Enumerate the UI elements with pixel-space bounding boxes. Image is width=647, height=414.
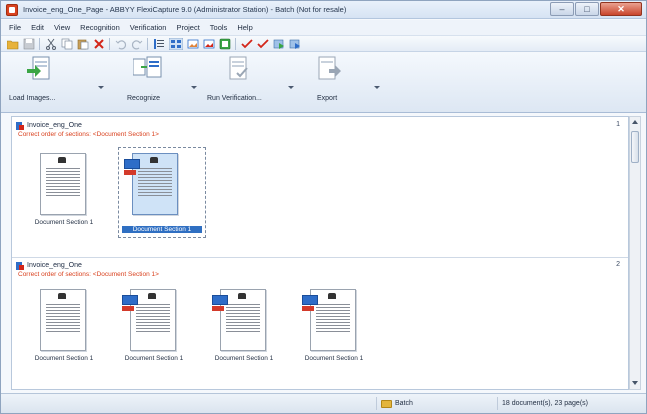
error-marker-icon [124,170,136,175]
status-location: Batch [376,397,496,410]
status-summary-text: 18 document(s), 23 page(s) [502,400,588,407]
page-caption: Document Section 1 [304,355,364,362]
menu-tools[interactable]: Tools [210,23,228,32]
send-icon[interactable] [273,38,285,50]
split-view-icon[interactable] [203,38,215,50]
page-image [40,289,86,351]
undo-icon[interactable] [115,38,127,50]
main-toolbar: Load Images... Recognize Run Verificatio… [1,53,646,113]
document-number: 1 [616,121,620,128]
toolbar-separator [109,38,110,50]
vertical-scrollbar[interactable] [629,116,641,390]
minimize-icon: – [559,4,565,14]
export-small-icon[interactable] [219,38,231,50]
app-window: Invoice_eng_One_Page - ABBYY FlexiCaptur… [0,0,647,414]
check-icon[interactable] [241,38,253,50]
document-icon [16,261,24,270]
scroll-down-icon[interactable] [632,381,638,385]
document-name: Invoice_eng_One [27,262,82,269]
section-order-warning: Correct order of sections: <Document Sec… [18,131,159,138]
maximize-button[interactable]: □ [575,2,599,16]
document-name: Invoice_eng_One [27,122,82,129]
document-header[interactable]: Invoice_eng_One [16,121,82,130]
copy-icon[interactable] [61,38,73,50]
close-icon: ✕ [617,4,625,14]
window-title: Invoice_eng_One_Page - ABBYY FlexiCaptur… [23,5,347,14]
image-view-icon[interactable] [187,38,199,50]
cut-icon[interactable] [45,38,57,50]
recognize-button[interactable]: Recognize [121,55,181,111]
document-icon [16,121,24,130]
recognize-icon [133,56,162,78]
export-button[interactable]: Export [307,55,353,111]
export-dropdown-icon[interactable] [374,86,380,89]
open-folder-icon[interactable] [7,38,19,50]
menu-view[interactable]: View [54,23,70,32]
document-number: 2 [616,261,620,268]
page-caption: Document Section 1 [214,355,274,362]
document-divider [12,257,628,258]
error-marker-icon [212,306,224,311]
scroll-thumb[interactable] [631,131,639,163]
load-images-label: Load Images... [9,95,56,102]
status-location-text: Batch [395,400,413,407]
redo-icon[interactable] [131,38,143,50]
run-verification-label: Run Verification... [207,95,262,102]
recognize-label: Recognize [127,95,161,102]
page-image [40,153,86,215]
minimize-button[interactable]: – [550,2,574,16]
export-icon [318,56,341,80]
menu-project[interactable]: Project [176,23,199,32]
document-header[interactable]: Invoice_eng_One [16,261,82,270]
menu-file[interactable]: File [9,23,21,32]
save-icon[interactable] [23,38,35,50]
toolbar-separator [147,38,148,50]
page-caption: Document Section 1 [34,355,94,362]
menu-help[interactable]: Help [237,23,252,32]
menu-recognition[interactable]: Recognition [80,23,120,32]
page-caption: Document Section 1 [34,219,94,226]
maximize-icon: □ [584,4,590,14]
send-all-icon[interactable] [289,38,301,50]
scroll-up-icon[interactable] [632,120,638,124]
load-images-dropdown-icon[interactable] [98,86,104,89]
close-button[interactable]: ✕ [600,2,642,16]
thumbnails-view-icon[interactable] [169,38,183,50]
export-label: Export [317,95,338,102]
status-summary: 18 document(s), 23 page(s) [497,397,642,410]
document-thumbnail-pane[interactable]: Invoice_eng_One 1 Correct order of secti… [11,116,629,390]
section-marker-icon [302,295,318,305]
page-caption: Document Section 1 [122,226,202,233]
check-all-icon[interactable] [257,38,269,50]
toolbar-separator [39,38,40,50]
standard-toolbar [1,35,646,52]
status-bar: Batch 18 document(s), 23 page(s) [1,393,646,413]
toolbar-separator [235,38,236,50]
section-order-warning: Correct order of sections: <Document Sec… [18,271,159,278]
error-marker-icon [302,306,314,311]
section-marker-icon [212,295,228,305]
section-marker-icon [124,159,140,169]
title-bar[interactable]: Invoice_eng_One_Page - ABBYY FlexiCaptur… [1,1,646,19]
load-images-button[interactable]: Load Images... [9,55,75,111]
menu-edit[interactable]: Edit [31,23,44,32]
delete-icon[interactable] [93,38,105,50]
run-verification-icon [229,56,248,80]
menu-bar: File Edit View Recognition Verification … [1,20,646,35]
load-images-icon [27,56,50,80]
section-marker-icon [122,295,138,305]
recognize-dropdown-icon[interactable] [191,86,197,89]
run-verification-dropdown-icon[interactable] [288,86,294,89]
error-marker-icon [122,306,134,311]
app-logo-icon [6,4,18,16]
details-view-icon[interactable] [153,38,165,50]
run-verification-button[interactable]: Run Verification... [205,55,277,111]
menu-verification[interactable]: Verification [130,23,167,32]
page-caption: Document Section 1 [124,355,184,362]
paste-icon[interactable] [77,38,89,50]
folder-icon [381,399,392,408]
